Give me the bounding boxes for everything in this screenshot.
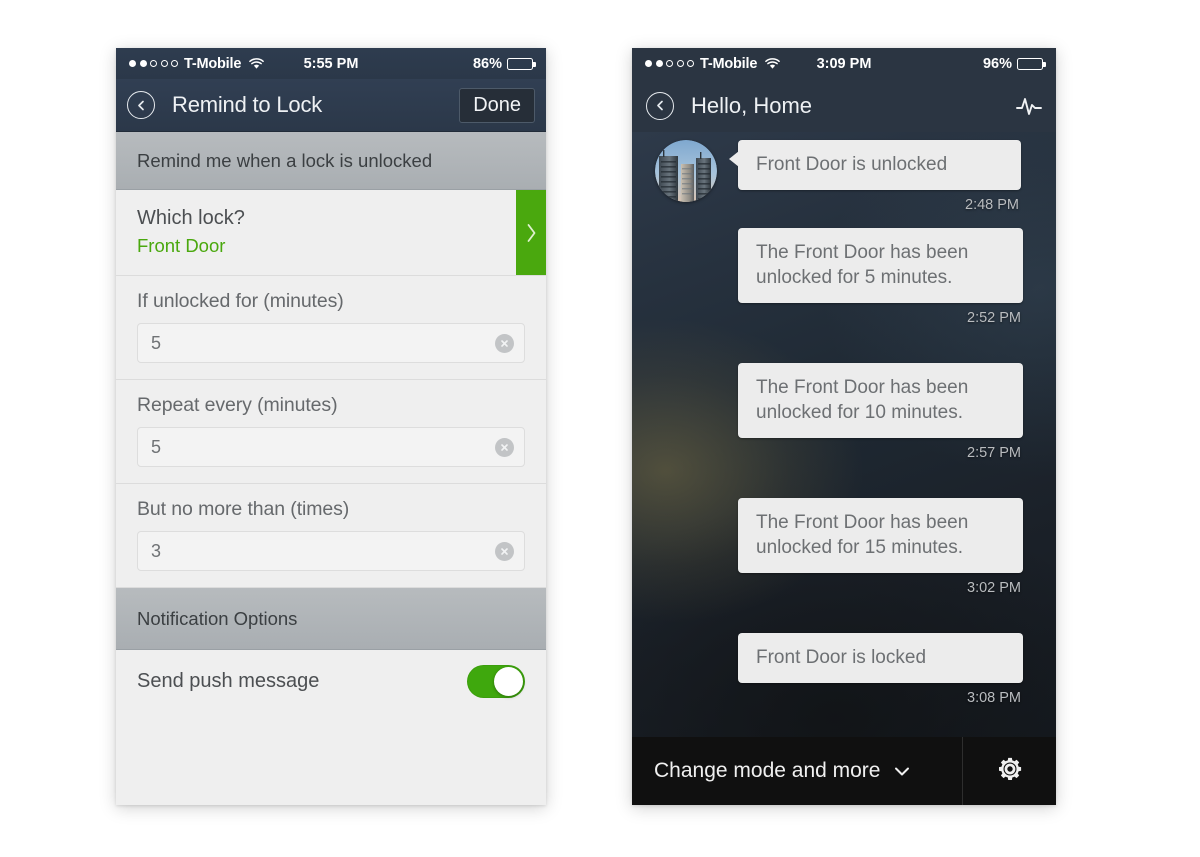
field-input[interactable]: 3: [137, 531, 525, 571]
settings-field-row: But no more than (times) 3: [116, 484, 546, 588]
field-value: 5: [151, 332, 162, 353]
avatar: [655, 140, 717, 202]
wifi-icon: [765, 57, 781, 70]
signal-strength-dots: [645, 60, 694, 67]
message-timestamp: 3:08 PM: [967, 690, 1021, 706]
message-bubble[interactable]: The Front Door has been unlocked for 10 …: [738, 363, 1023, 438]
chevron-right-icon[interactable]: [516, 190, 546, 275]
status-bar-left-group: T-Mobile: [129, 55, 265, 72]
field-label: Repeat every (minutes): [137, 394, 338, 416]
clear-circle-icon[interactable]: [495, 437, 514, 457]
gear-icon: [995, 754, 1025, 789]
message-timestamp: 2:57 PM: [967, 445, 1021, 461]
message-bubble[interactable]: Front Door is locked: [738, 633, 1023, 683]
chevron-down-icon: [894, 766, 910, 777]
field-input[interactable]: 5: [137, 323, 525, 363]
back-chevron-circle-icon[interactable]: [646, 91, 674, 120]
phone-screen-hello-home: T-Mobile 3:09 PM 96% Hello, Home Front D…: [632, 48, 1056, 805]
status-bar-left: T-Mobile 5:55 PM 86%: [116, 48, 546, 79]
toggle-knob: [494, 666, 523, 696]
settings-button[interactable]: [963, 737, 1056, 805]
message-bubble[interactable]: Front Door is unlocked: [729, 140, 1021, 190]
message-timestamp: 3:02 PM: [967, 580, 1021, 596]
settings-field-row: If unlocked for (minutes) 5: [116, 276, 546, 380]
message-bubble[interactable]: The Front Door has been unlocked for 5 m…: [738, 228, 1023, 303]
section-header-remind: Remind me when a lock is unlocked: [116, 132, 546, 190]
clear-circle-icon[interactable]: [495, 541, 514, 561]
phone-screen-remind-to-lock: T-Mobile 5:55 PM 86% Remind to Lock Done…: [116, 48, 546, 805]
status-bar-right-group: 96%: [982, 55, 1046, 72]
send-push-message-label: Send push message: [137, 669, 320, 692]
clear-circle-icon[interactable]: [495, 333, 514, 353]
battery-percentage: 86%: [472, 55, 502, 72]
send-push-message-row[interactable]: Send push message: [116, 650, 546, 712]
pulse-activity-icon[interactable]: [1016, 95, 1042, 117]
page-title: Hello, Home: [691, 92, 813, 118]
which-lock-label: Which lock?: [137, 207, 245, 229]
done-button[interactable]: Done: [459, 87, 535, 123]
field-value: 3: [151, 540, 162, 561]
status-bar-right: T-Mobile 3:09 PM 96%: [632, 48, 1056, 79]
navigation-bar-left: Remind to Lock Done: [116, 79, 546, 132]
message-list[interactable]: Front Door is unlocked 2:48 PM The Front D…: [632, 132, 1056, 737]
which-lock-row[interactable]: Which lock? Front Door: [116, 190, 546, 276]
field-label: If unlocked for (minutes): [137, 290, 344, 312]
settings-field-row: Repeat every (minutes) 5: [116, 380, 546, 484]
bottom-toolbar: Change mode and more: [632, 737, 1056, 805]
carrier-name: T-Mobile: [184, 55, 242, 72]
change-mode-label: Change mode and more: [654, 759, 881, 782]
field-label: But no more than (times): [137, 498, 350, 520]
send-push-message-toggle[interactable]: [467, 664, 525, 698]
section-header-notification: Notification Options: [116, 588, 546, 650]
field-value: 5: [151, 436, 162, 457]
signal-strength-dots: [129, 60, 178, 67]
back-chevron-circle-icon[interactable]: [127, 91, 155, 119]
field-input[interactable]: 5: [137, 427, 525, 467]
battery-icon: [507, 57, 536, 70]
status-bar-left-group: T-Mobile: [645, 55, 781, 72]
which-lock-row-body: Which lock? Front Door: [116, 190, 516, 275]
change-mode-button[interactable]: Change mode and more: [632, 737, 963, 805]
status-bar-right-group: 86%: [472, 55, 536, 72]
message-timestamp: 2:48 PM: [965, 197, 1019, 213]
wifi-icon: [249, 57, 265, 70]
screenshot-canvas: T-Mobile 5:55 PM 86% Remind to Lock Done…: [0, 0, 1200, 857]
which-lock-value: Front Door: [137, 235, 226, 256]
page-title: Remind to Lock: [172, 92, 323, 117]
carrier-name: T-Mobile: [700, 55, 758, 72]
message-bubble[interactable]: The Front Door has been unlocked for 15 …: [738, 498, 1023, 573]
battery-percentage: 96%: [982, 55, 1012, 72]
navigation-bar-right: Hello, Home: [632, 79, 1056, 132]
message-timestamp: 2:52 PM: [967, 310, 1021, 326]
battery-icon: [1017, 57, 1046, 70]
settings-fields-list: If unlocked for (minutes) 5 Repeat every (…: [116, 276, 546, 588]
